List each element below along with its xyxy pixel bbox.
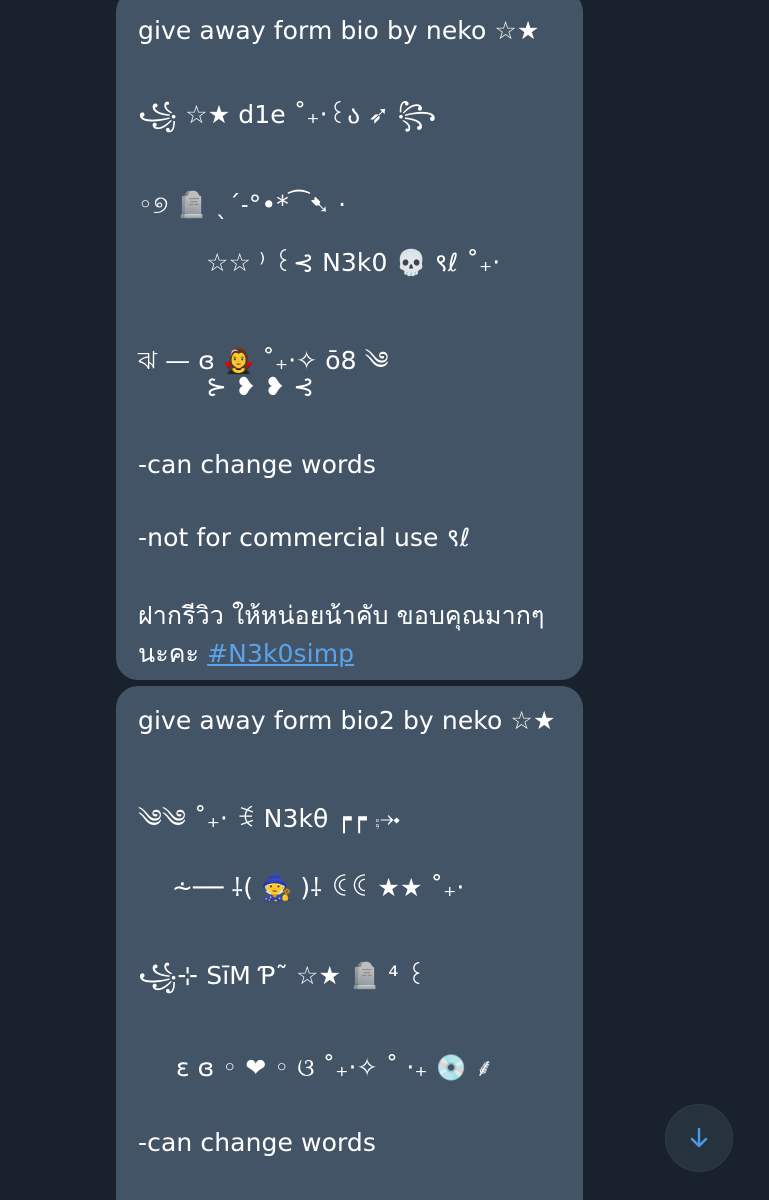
- message-line: ⊱ ❥ ❥ ⊰: [206, 372, 315, 401]
- hashtag-link[interactable]: #N3k0simp: [207, 639, 354, 668]
- message-line: ⩪── ⸸( 🧙 )⸸ ꀯꀯ ★★ ˚₊‧: [172, 873, 465, 902]
- message-line: ◦୭ 🪦 ˎˊ˗°•*⁀➷ ·: [138, 190, 347, 219]
- message-line: ☆☆ ⁾ ꒰⊰ N3k0 💀 ९ℓ ˚₊‧: [206, 248, 501, 277]
- message-thai-text: ฝากรีวิว ให้หน่อยน้าคับ ขอบคุณมากๆ: [138, 601, 545, 630]
- arrow-down-icon: [690, 1127, 708, 1148]
- message-line: ꧁ ☆★ d1e ˚₊‧꒰ა ➶ ꧂: [138, 100, 437, 129]
- message-title: give away form bio by neko ☆★: [138, 16, 540, 45]
- message-line: ɛ ɞ ◦ ❤ ◦ ଓ ˚₊‧✧ ˚ ‧₊ 💿 ⸙: [176, 1053, 494, 1082]
- message-line: ༄༄ ˚₊‧ ꉂ N3kθ ┍┍ ⨾⤞: [138, 804, 401, 833]
- message-bubble[interactable]: give away form bio by neko ☆★ ꧁ ☆★ d1e ˚…: [116, 0, 583, 680]
- message-bubble[interactable]: give away form bio2 by neko ☆★ ༄༄ ˚₊‧ ꉂ …: [116, 686, 583, 1200]
- chat-view: give away form bio by neko ☆★ ꧁ ☆★ d1e ˚…: [0, 0, 769, 1200]
- message-title: give away form bio2 by neko ☆★: [138, 706, 556, 735]
- message-note: -not for commercial use ९ℓ: [138, 523, 471, 552]
- message-line: ꧁⊹ SīM Ƥ˜ ☆★ 🪦 ⁴ ꒰: [138, 961, 427, 990]
- message-thai-line: นะคะ #N3k0simp: [138, 634, 354, 674]
- scroll-to-bottom-button[interactable]: [665, 1104, 733, 1172]
- message-note: -can change words: [138, 1128, 377, 1157]
- message-note: -can change words: [138, 450, 377, 479]
- message-thai-text: นะคะ: [138, 639, 200, 668]
